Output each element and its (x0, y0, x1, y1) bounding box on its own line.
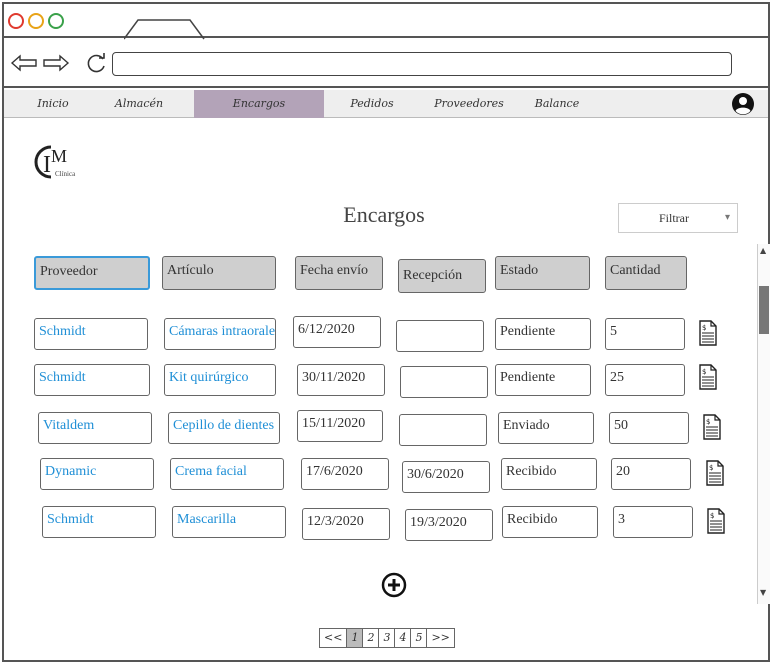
browser-window: Inicio Almacén Encargos Pedidos Proveedo… (2, 2, 770, 662)
row2-estado[interactable]: Pendiente (495, 364, 591, 396)
page-4-button[interactable]: 4 (395, 629, 412, 647)
row5-articulo[interactable]: Mascarilla (172, 506, 286, 538)
svg-text:$: $ (702, 324, 706, 332)
filter-label: Filtrar (659, 211, 689, 225)
row5-proveedor[interactable]: Schmidt (42, 506, 156, 538)
page-last-button[interactable]: >> (427, 629, 453, 647)
page-3-button[interactable]: 3 (379, 629, 396, 647)
maximize-window-button[interactable] (48, 13, 64, 29)
row5-estado[interactable]: Recibido (502, 506, 598, 538)
forward-arrow-icon[interactable] (42, 54, 70, 72)
row3-articulo[interactable]: Cepillo de dientes (168, 412, 280, 444)
row3-fecha-envio[interactable]: 15/11/2020 (297, 410, 383, 442)
row5-cantidad[interactable]: 3 (613, 506, 693, 538)
row2-recepcion[interactable] (400, 366, 488, 398)
svg-text:$: $ (710, 512, 714, 520)
close-window-button[interactable] (8, 13, 24, 29)
header-estado[interactable]: Estado (495, 256, 590, 290)
page-5-button[interactable]: 5 (411, 629, 428, 647)
row3-proveedor[interactable]: Vitaldem (38, 412, 152, 444)
page-1-button[interactable]: 1 (347, 629, 364, 647)
row4-fecha-envio[interactable]: 17/6/2020 (301, 458, 389, 490)
row3-recepcion[interactable] (399, 414, 487, 446)
header-fecha-envio[interactable]: Fecha envío (295, 256, 383, 290)
menu-item-inicio[interactable]: Inicio (22, 90, 84, 118)
page-2-button[interactable]: 2 (363, 629, 380, 647)
header-articulo[interactable]: Artículo (162, 256, 276, 290)
document-icon[interactable]: $ (706, 460, 724, 486)
filter-dropdown[interactable]: Filtrar ▾ (618, 203, 738, 233)
url-input[interactable] (112, 52, 732, 76)
document-icon[interactable]: $ (707, 508, 725, 534)
header-cantidad[interactable]: Cantidad (605, 256, 687, 290)
page-first-button[interactable]: << (320, 629, 348, 647)
header-proveedor[interactable]: Proveedor (34, 256, 150, 290)
row4-proveedor[interactable]: Dynamic (40, 458, 154, 490)
menu-item-proveedores[interactable]: Proveedores (422, 90, 516, 118)
row3-cantidad[interactable]: 50 (609, 412, 689, 444)
address-bar (4, 40, 768, 88)
chevron-down-icon: ▾ (725, 212, 731, 223)
minimize-window-button[interactable] (28, 13, 44, 29)
row2-articulo[interactable]: Kit quirúrgico (164, 364, 276, 396)
row1-estado[interactable]: Pendiente (495, 318, 591, 350)
menu-item-almacen[interactable]: Almacén (104, 90, 174, 118)
row1-fecha-envio[interactable]: 6/12/2020 (293, 316, 381, 348)
scroll-down-icon[interactable]: ▼ (760, 588, 766, 597)
menu-item-pedidos[interactable]: Pedidos (340, 90, 404, 118)
menu-item-encargos[interactable]: Encargos (194, 90, 324, 118)
document-icon[interactable]: $ (699, 364, 717, 390)
page-title: Encargos (343, 202, 425, 227)
scroll-thumb[interactable] (759, 286, 769, 334)
document-icon[interactable]: $ (699, 320, 717, 346)
document-icon[interactable]: $ (703, 414, 721, 440)
row4-estado[interactable]: Recibido (501, 458, 597, 490)
menu-bar: Inicio Almacén Encargos Pedidos Proveedo… (4, 90, 768, 118)
back-arrow-icon[interactable] (10, 54, 38, 72)
pagination: << 1 2 3 4 5 >> (319, 628, 455, 648)
row1-proveedor[interactable]: Schmidt (34, 318, 148, 350)
scroll-up-icon[interactable]: ▲ (760, 246, 766, 255)
svg-text:$: $ (709, 464, 713, 472)
reload-icon[interactable] (86, 53, 108, 75)
user-icon[interactable] (731, 92, 755, 116)
vertical-scrollbar[interactable]: ▲ ▼ (757, 244, 770, 604)
clinic-logo: I M Clínica (34, 145, 76, 179)
browser-tab[interactable] (124, 18, 214, 40)
svg-text:I: I (43, 152, 51, 178)
svg-text:Clínica: Clínica (55, 170, 76, 178)
row2-proveedor[interactable]: Schmidt (34, 364, 150, 396)
svg-text:$: $ (702, 368, 706, 376)
row5-fecha-envio[interactable]: 12/3/2020 (302, 508, 390, 540)
row1-recepcion[interactable] (396, 320, 484, 352)
header-recepcion[interactable]: Recepción (398, 259, 486, 293)
title-bar (4, 4, 768, 40)
row4-cantidad[interactable]: 20 (611, 458, 691, 490)
row1-cantidad[interactable]: 5 (605, 318, 685, 350)
row4-recepcion[interactable]: 30/6/2020 (402, 461, 490, 493)
menu-item-balance[interactable]: Balance (524, 90, 590, 118)
svg-text:$: $ (706, 418, 710, 426)
row2-fecha-envio[interactable]: 30/11/2020 (297, 364, 385, 396)
row5-recepcion[interactable]: 19/3/2020 (405, 509, 493, 541)
row3-estado[interactable]: Enviado (498, 412, 594, 444)
row2-cantidad[interactable]: 25 (605, 364, 685, 396)
add-order-button[interactable] (381, 572, 407, 598)
row1-articulo[interactable]: Cámaras intraorales (164, 318, 276, 350)
svg-text:M: M (51, 146, 67, 166)
row4-articulo[interactable]: Crema facial (170, 458, 284, 490)
